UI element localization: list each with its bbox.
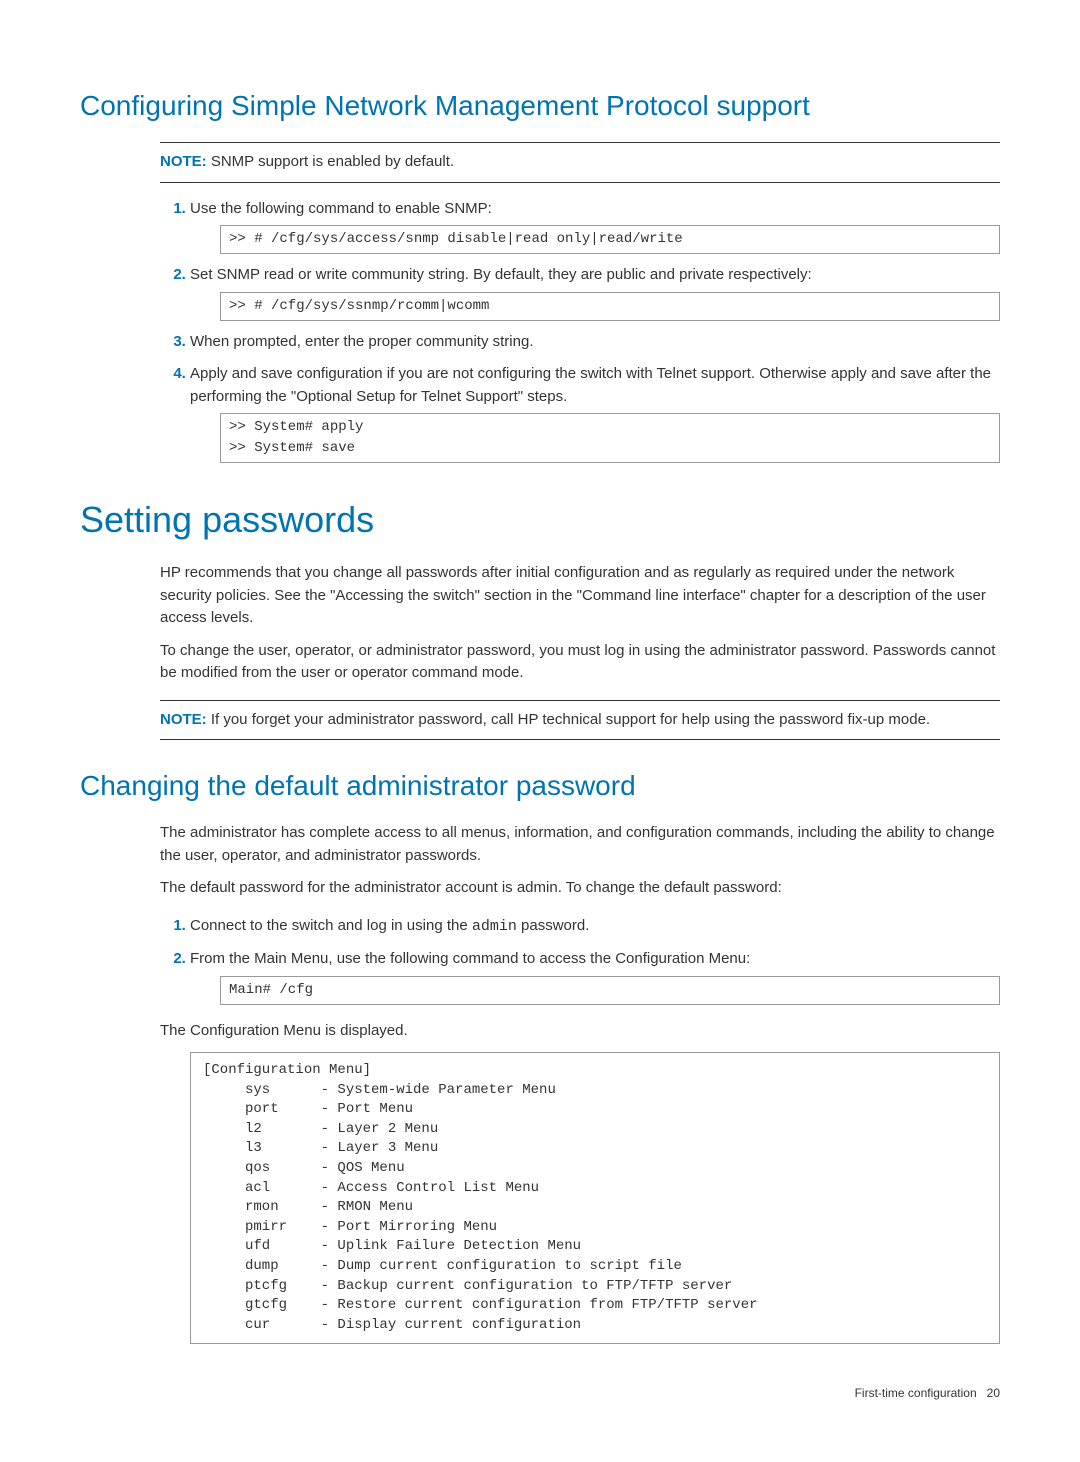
note-text: If you forget your administrator passwor… — [207, 711, 930, 728]
configuration-menu-output: [Configuration Menu] sys - System-wide P… — [190, 1052, 1000, 1344]
paragraph: The default password for the administrat… — [160, 877, 1000, 900]
code-block: >> # /cfg/sys/ssnmp/rcomm|wcomm — [220, 292, 1000, 321]
inline-code: admin — [472, 918, 517, 935]
step-text: Apply and save configuration if you are … — [190, 365, 991, 405]
step-text: Set SNMP read or write community string.… — [190, 266, 812, 283]
note-text: SNMP support is enabled by default. — [207, 153, 454, 170]
step-item: From the Main Menu, use the following co… — [190, 948, 1000, 1005]
step-text: Connect to the switch and log in using t… — [190, 917, 472, 934]
config-menu-intro: The Configuration Menu is displayed. — [160, 1020, 1000, 1043]
section-heading-passwords: Setting passwords — [80, 493, 1000, 547]
code-block: Main# /cfg — [220, 976, 1000, 1005]
section-heading-snmp: Configuring Simple Network Management Pr… — [80, 85, 1000, 127]
step-item: Set SNMP read or write community string.… — [190, 264, 1000, 321]
step-item: Apply and save configuration if you are … — [190, 363, 1000, 463]
step-item: Use the following command to enable SNMP… — [190, 198, 1000, 255]
paragraph: To change the user, operator, or adminis… — [160, 640, 1000, 685]
step-text: password. — [517, 917, 590, 934]
paragraph: The administrator has complete access to… — [160, 822, 1000, 867]
note-password: NOTE: If you forget your administrator p… — [160, 700, 1000, 741]
footer-text: First-time configuration — [855, 1386, 977, 1400]
snmp-steps-list: Use the following command to enable SNMP… — [160, 198, 1000, 464]
note-label: NOTE: — [160, 711, 207, 728]
step-item: Connect to the switch and log in using t… — [190, 915, 1000, 939]
admin-password-steps-list: Connect to the switch and log in using t… — [160, 915, 1000, 1005]
page-number: 20 — [987, 1386, 1000, 1400]
step-text: From the Main Menu, use the following co… — [190, 950, 750, 967]
paragraph: HP recommends that you change all passwo… — [160, 562, 1000, 630]
code-block: >> # /cfg/sys/access/snmp disable|read o… — [220, 225, 1000, 254]
page-footer: First-time configuration 20 — [80, 1384, 1000, 1402]
code-block: >> System# apply >> System# save — [220, 413, 1000, 463]
step-text: When prompted, enter the proper communit… — [190, 333, 534, 350]
note-snmp: NOTE: SNMP support is enabled by default… — [160, 142, 1000, 183]
note-label: NOTE: — [160, 153, 207, 170]
step-text: Use the following command to enable SNMP… — [190, 200, 492, 217]
section-heading-admin-password: Changing the default administrator passw… — [80, 765, 1000, 807]
step-item: When prompted, enter the proper communit… — [190, 331, 1000, 354]
